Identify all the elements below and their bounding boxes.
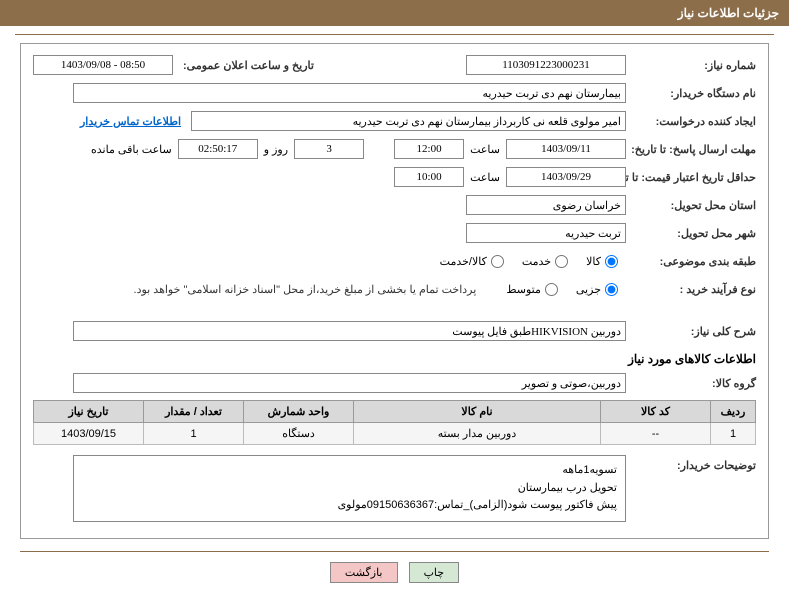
buyer-org-field[interactable] [73,83,626,103]
need-number-field[interactable] [466,55,626,75]
payment-note: پرداخت تمام یا بخشی از مبلغ خرید،از محل … [134,283,477,296]
time-word-1: ساعت [470,143,500,156]
table-header-row: ردیف کد کالا نام کالا واحد شمارش تعداد /… [34,401,756,423]
process-type-label: نوع فرآیند خرید : [626,283,756,296]
goods-group-label: گروه کالا: [626,377,756,390]
col-row: ردیف [711,401,756,423]
validity-label: حداقل تاریخ اعتبار قیمت: تا تاریخ: [626,171,756,184]
city-field[interactable] [466,223,626,243]
category-both-option[interactable]: کالا/خدمت [440,255,504,268]
province-label: استان محل تحویل: [626,199,756,212]
province-field[interactable] [466,195,626,215]
category-service-option[interactable]: خدمت [522,255,568,268]
col-qty: تعداد / مقدار [144,401,244,423]
buyer-org-label: نام دستگاه خریدار: [626,87,756,100]
announce-datetime-field[interactable] [33,55,173,75]
deadline-date-field[interactable] [506,139,626,159]
category-radio-group: کالا خدمت کالا/خدمت [440,255,618,268]
buyer-notes-label: توضیحات خریدار: [626,455,756,472]
goods-section-title: اطلاعات کالاهای مورد نیاز [33,352,756,366]
button-row: چاپ بازگشت [20,551,769,591]
response-deadline-label: مهلت ارسال پاسخ: تا تاریخ: [626,143,756,156]
cell-row: 1 [711,423,756,445]
need-number-label: شماره نیاز: [626,59,756,72]
process-radio-group: جزیی متوسط [506,283,618,296]
main-panel: شماره نیاز: تاریخ و ساعت اعلان عمومی: نا… [20,43,769,539]
cell-date: 1403/09/15 [34,423,144,445]
buyer-notes-box: تسویه1ماهه تحویل درب بیمارستان پیش فاکتو… [73,455,626,522]
category-label: طبقه بندی موضوعی: [626,255,756,268]
goods-group-field[interactable] [73,373,626,393]
days-word: روز و [264,143,288,156]
col-code: کد کالا [601,401,711,423]
table-row: 1 -- دوربین مدار بسته دستگاه 1 1403/09/1… [34,423,756,445]
validity-time-field[interactable] [394,167,464,187]
process-medium-option[interactable]: متوسط [506,283,558,296]
time-remaining-field[interactable] [178,139,258,159]
validity-date-field[interactable] [506,167,626,187]
buyer-contact-link[interactable]: اطلاعات تماس خریدار [80,115,181,128]
deadline-time-field[interactable] [394,139,464,159]
process-partial-option[interactable]: جزیی [576,283,618,296]
summary-field[interactable] [73,321,626,341]
items-table: ردیف کد کالا نام کالا واحد شمارش تعداد /… [33,400,756,445]
requester-label: ایجاد کننده درخواست: [626,115,756,128]
col-name: نام کالا [354,401,601,423]
divider [15,34,774,35]
col-unit: واحد شمارش [244,401,354,423]
col-date: تاریخ نیاز [34,401,144,423]
cell-code: -- [601,423,711,445]
buyer-notes-line-1: تسویه1ماهه [82,462,617,480]
cell-name: دوربین مدار بسته [354,423,601,445]
time-word-2: ساعت [470,171,500,184]
buyer-notes-line-2: تحویل درب بیمارستان [82,480,617,498]
cell-qty: 1 [144,423,244,445]
requester-field[interactable] [191,111,626,131]
days-remaining-field[interactable] [294,139,364,159]
panel-header: جزئیات اطلاعات نیاز [0,0,789,26]
announce-datetime-label: تاریخ و ساعت اعلان عمومی: [183,59,314,72]
cell-unit: دستگاه [244,423,354,445]
city-label: شهر محل تحویل: [626,227,756,240]
remaining-word: ساعت باقی مانده [91,143,172,156]
print-button[interactable]: چاپ [409,562,460,583]
category-goods-option[interactable]: کالا [586,255,618,268]
back-button[interactable]: بازگشت [330,562,398,583]
buyer-notes-line-3: پیش فاکتور پیوست شود(الزامی)_تماس:091506… [82,497,617,515]
summary-label: شرح کلی نیاز: [626,325,756,338]
